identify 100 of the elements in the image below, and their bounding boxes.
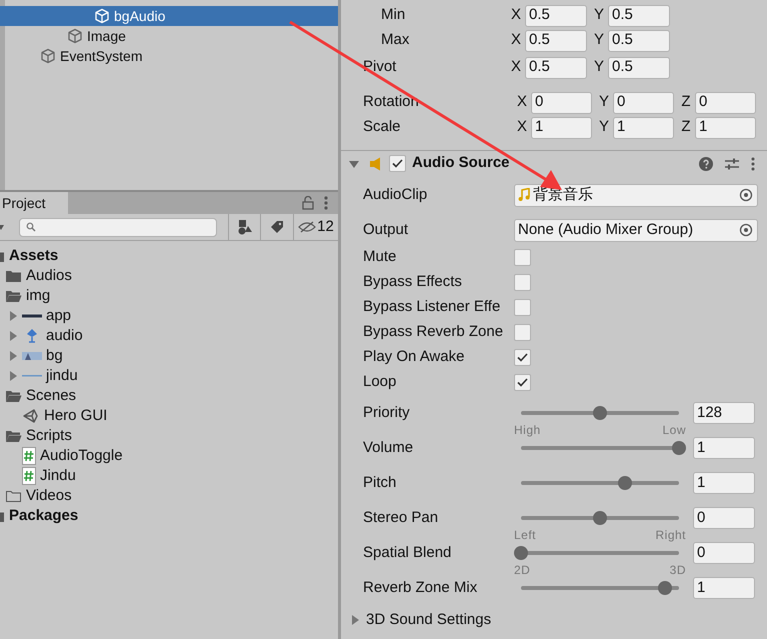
number-field[interactable]: 1 (693, 577, 755, 599)
number-field[interactable]: 0 (531, 92, 592, 114)
property-label: Max (380, 30, 410, 50)
checkbox[interactable] (389, 155, 406, 172)
slider-min-label: Left (514, 529, 536, 541)
check-icon (392, 159, 403, 168)
axis-label: X (510, 30, 522, 50)
preset-sliders-icon[interactable] (725, 156, 739, 170)
script-file-icon (22, 447, 36, 465)
property-label: Reverb Zone Mix (363, 578, 478, 598)
hierarchy-item[interactable]: EventSystem (0, 46, 338, 66)
component-header[interactable]: Audio Source (341, 150, 767, 176)
checkbox[interactable] (514, 274, 531, 291)
hierarchy-item[interactable]: bgAudio (0, 6, 338, 26)
property-label: Min (380, 5, 406, 26)
project-item[interactable]: app (0, 306, 338, 326)
slider-min-label: 2D (514, 564, 530, 576)
number-field[interactable]: 0.5 (608, 4, 670, 26)
axis-label: X (510, 5, 522, 26)
slider-min-label: High (514, 424, 541, 436)
number-field[interactable]: 1 (695, 116, 756, 138)
folder-icon (5, 489, 22, 503)
project-item[interactable]: jindu (0, 366, 338, 386)
project-item[interactable]: img (0, 286, 338, 306)
lock-icon[interactable] (302, 196, 314, 210)
scene-icon (22, 408, 40, 424)
slider-thumb[interactable] (672, 441, 686, 455)
project-item[interactable]: Assets (0, 246, 338, 266)
checkbox[interactable] (514, 374, 531, 391)
expand-arrow-icon[interactable] (9, 371, 18, 381)
cube-icon (40, 48, 56, 64)
project-item[interactable]: Hero GUI (0, 406, 338, 426)
property-label: Bypass Effects (363, 272, 463, 292)
slider-thumb[interactable] (593, 406, 607, 420)
project-item[interactable]: audio (0, 326, 338, 346)
expand-arrow-icon[interactable] (349, 158, 359, 168)
number-field[interactable]: 1 (693, 437, 755, 459)
expand-arrow-icon[interactable] (351, 615, 360, 625)
number-field[interactable]: 0 (695, 92, 756, 114)
axis-label: Y (598, 117, 610, 138)
project-item[interactable]: Audios (0, 266, 338, 286)
number-field[interactable]: 0.5 (525, 4, 587, 26)
number-field[interactable]: 0 (693, 542, 755, 564)
help-icon[interactable] (699, 156, 713, 170)
script-file-icon (22, 467, 36, 485)
more-menu-icon[interactable] (751, 156, 755, 170)
axis-label: Y (593, 5, 605, 26)
project-item[interactable]: Jindu (0, 466, 338, 486)
project-item[interactable]: Videos (0, 486, 338, 506)
number-field[interactable]: 0.5 (525, 56, 587, 78)
slider-thumb[interactable] (658, 581, 672, 595)
foldout-header[interactable]: 3D Sound Settings (341, 610, 767, 630)
project-item[interactable]: AudioToggle (0, 446, 338, 466)
music-note-icon (518, 188, 531, 202)
number-field[interactable]: 1 (531, 116, 592, 138)
number-field[interactable]: 0.5 (525, 30, 587, 52)
search-icon (26, 222, 36, 232)
number-field[interactable]: 1 (613, 116, 674, 138)
number-field[interactable]: 128 (693, 402, 755, 424)
checkbox[interactable] (514, 299, 531, 316)
search-field[interactable] (19, 218, 217, 236)
slider-max-label: Low (662, 424, 686, 436)
number-field[interactable]: 0 (693, 507, 755, 529)
expand-arrow-icon[interactable] (9, 331, 18, 341)
property-label: Bypass Listener Effe (363, 297, 502, 318)
cube-icon (94, 8, 110, 24)
number-field[interactable]: 1 (693, 472, 755, 494)
project-item[interactable]: Packages (0, 506, 338, 526)
axis-label: X (516, 92, 528, 112)
cube-icon (67, 28, 83, 44)
hierarchy-item[interactable]: Image (0, 26, 338, 46)
project-item[interactable]: Scenes (0, 386, 338, 406)
slider-thumb[interactable] (618, 476, 632, 490)
axis-label: Y (598, 92, 610, 112)
property-label: Scale (362, 117, 402, 138)
tag-icon (270, 220, 284, 234)
slider-thumb[interactable] (514, 546, 528, 560)
axis-label: X (516, 117, 528, 138)
project-item[interactable]: Scripts (0, 426, 338, 446)
project-item[interactable]: bg (0, 346, 338, 366)
property-label: Bypass Reverb Zone (363, 322, 504, 342)
expand-arrow-icon[interactable] (9, 311, 18, 321)
number-field[interactable]: 0.5 (608, 56, 670, 78)
checkbox[interactable] (514, 249, 531, 266)
property-label: Spatial Blend (363, 542, 452, 563)
number-field[interactable]: 0.5 (608, 30, 670, 52)
folder-icon (5, 269, 22, 283)
property-label: Loop (363, 372, 398, 392)
expand-arrow-icon[interactable] (9, 351, 18, 361)
checkbox[interactable] (514, 349, 531, 366)
project-tab[interactable]: Project (0, 192, 68, 214)
eye-slash-icon (298, 221, 316, 233)
number-field[interactable]: 0 (613, 92, 674, 114)
axis-label: Y (593, 30, 605, 50)
checkbox[interactable] (514, 324, 531, 341)
property-label: Priority (363, 402, 411, 423)
axis-label: Z (680, 92, 692, 112)
object-field[interactable]: None (Audio Mixer Group) (514, 218, 758, 242)
slider-thumb[interactable] (593, 511, 607, 525)
more-menu-icon[interactable] (324, 196, 328, 210)
